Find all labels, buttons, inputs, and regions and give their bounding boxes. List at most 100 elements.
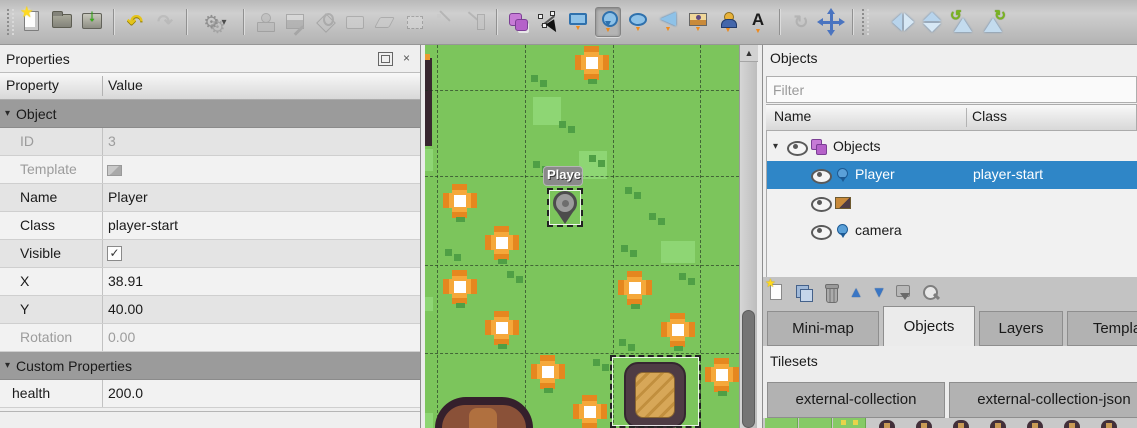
scrollbar-thumb[interactable] bbox=[742, 310, 755, 428]
tab-templates[interactable]: Templates bbox=[1067, 311, 1137, 346]
property-row-y[interactable]: Y 40.00 bbox=[0, 296, 420, 324]
eraser-icon bbox=[375, 12, 395, 32]
player-point-object[interactable] bbox=[552, 191, 578, 224]
property-row-name[interactable]: Name Player bbox=[0, 184, 420, 212]
visibility-eye-icon[interactable] bbox=[811, 225, 829, 237]
insert-tile-icon bbox=[689, 13, 707, 26]
redo-button[interactable]: ↷ bbox=[152, 7, 178, 37]
new-map-button[interactable]: ★ bbox=[19, 7, 45, 37]
grass-tuft-sprite bbox=[531, 75, 547, 88]
marquee-icon bbox=[405, 12, 425, 32]
map-vertical-scrollbar[interactable]: ▲ bbox=[739, 45, 757, 428]
move-to-layer-button[interactable] bbox=[894, 283, 914, 303]
tree-row-tile-object[interactable] bbox=[767, 189, 1137, 217]
tree-row-player-selected[interactable]: Player player-start bbox=[767, 161, 1137, 189]
map-canvas[interactable]: Player bbox=[425, 45, 739, 428]
tab-layers[interactable]: Layers bbox=[979, 311, 1063, 346]
add-object-button[interactable]: ★ bbox=[767, 283, 787, 303]
insert-polygon-tool[interactable]: ▼ bbox=[655, 7, 681, 37]
rect-select-tool[interactable] bbox=[402, 7, 428, 37]
column-class: Class bbox=[972, 108, 1007, 124]
rotate-tool[interactable]: ↻ bbox=[788, 7, 814, 37]
terrain-icon bbox=[285, 12, 305, 32]
property-row-rotation[interactable]: Rotation 0.00 bbox=[0, 324, 420, 352]
open-file-button[interactable] bbox=[49, 7, 75, 37]
tileset-tiles-strip[interactable] bbox=[763, 418, 1137, 428]
group-custom-properties[interactable]: ▾ Custom Properties bbox=[0, 352, 420, 380]
flip-horizontal-button[interactable] bbox=[890, 7, 916, 37]
property-row-id[interactable]: ID 3 bbox=[0, 128, 420, 156]
property-row-template[interactable]: Template bbox=[0, 156, 420, 184]
column-divider[interactable] bbox=[966, 108, 967, 127]
toolbar-separator bbox=[779, 9, 780, 35]
move-tool[interactable] bbox=[818, 7, 844, 37]
insert-text-tool[interactable]: A▼ bbox=[745, 7, 771, 37]
toolbar-separator bbox=[113, 9, 114, 35]
property-row-visible[interactable]: Visible ✓ bbox=[0, 240, 420, 268]
map-edge-tile bbox=[425, 297, 433, 311]
float-panel-button[interactable] bbox=[378, 52, 393, 66]
edit-polygons-tool[interactable] bbox=[535, 7, 561, 37]
group-object[interactable]: ▾ Object bbox=[0, 100, 420, 128]
insert-tile-tool[interactable]: ▼ bbox=[685, 7, 711, 37]
shape-fill-tool[interactable] bbox=[342, 7, 368, 37]
insert-rectangle-icon bbox=[569, 13, 587, 25]
bucket-fill-tool[interactable] bbox=[312, 7, 338, 37]
insert-rectangle-tool[interactable]: ▼ bbox=[565, 7, 591, 37]
view-object-button[interactable] bbox=[921, 283, 941, 303]
right-dock: Objects Name Class ▾ Objects Player play… bbox=[762, 45, 1137, 428]
rotate-left-button[interactable]: ↺ bbox=[950, 7, 976, 37]
column-divider[interactable] bbox=[102, 76, 103, 96]
objects-filter-input[interactable] bbox=[766, 76, 1137, 103]
grass-tuft-sprite bbox=[649, 213, 665, 226]
visible-checkbox[interactable]: ✓ bbox=[107, 246, 122, 261]
rotate-left-icon: ↺ bbox=[951, 11, 975, 33]
toolbar-grip[interactable] bbox=[862, 9, 869, 35]
undo-button[interactable]: ↶ bbox=[122, 7, 148, 37]
chevron-down-icon: ▾ bbox=[222, 17, 227, 28]
raise-object-button[interactable]: ▲ bbox=[848, 283, 864, 303]
table-end-line bbox=[0, 411, 420, 412]
lower-object-button[interactable]: ▼ bbox=[871, 283, 887, 303]
close-panel-button[interactable]: × bbox=[399, 52, 414, 66]
visibility-eye-icon[interactable] bbox=[811, 169, 829, 181]
stamp-brush-tool[interactable] bbox=[252, 7, 278, 37]
flower-sprite bbox=[440, 181, 480, 221]
flip-vertical-button[interactable] bbox=[920, 7, 946, 37]
property-row-class[interactable]: Class player-start bbox=[0, 212, 420, 240]
property-row-health[interactable]: health 200.0 bbox=[0, 380, 420, 408]
flower-sprite bbox=[702, 355, 739, 395]
visibility-eye-icon[interactable] bbox=[787, 141, 805, 153]
handle-icon: ▼ bbox=[635, 28, 642, 32]
magic-wand-tool[interactable] bbox=[432, 7, 458, 37]
tileset-tab-external-collection-json[interactable]: external-collection-json bbox=[949, 382, 1137, 418]
grid-line bbox=[437, 45, 438, 428]
toolbar-separator bbox=[496, 9, 497, 35]
tileset-sprite bbox=[1064, 420, 1080, 428]
commands-button[interactable]: ⚙▾ bbox=[195, 7, 235, 37]
insert-template-tool[interactable]: ▼ bbox=[715, 7, 741, 37]
insert-point-tool-active[interactable]: ▼ bbox=[595, 7, 621, 37]
scroll-up-button[interactable]: ▲ bbox=[740, 45, 758, 62]
toolbar-grip[interactable] bbox=[7, 9, 14, 35]
duplicate-object-button[interactable] bbox=[794, 283, 814, 303]
property-row-x[interactable]: X 38.91 bbox=[0, 268, 420, 296]
remove-object-button[interactable] bbox=[821, 283, 841, 303]
grid-line bbox=[525, 45, 526, 428]
select-same-tile-tool[interactable] bbox=[462, 7, 488, 37]
tree-row-objects-layer[interactable]: ▾ Objects bbox=[767, 133, 1137, 161]
visibility-eye-icon[interactable] bbox=[811, 197, 829, 209]
insert-ellipse-tool[interactable]: ▼ bbox=[625, 7, 651, 37]
terrain-brush-tool[interactable] bbox=[282, 7, 308, 37]
save-button[interactable]: ↓ bbox=[79, 7, 105, 37]
eraser-tool[interactable] bbox=[372, 7, 398, 37]
tileset-tile bbox=[833, 418, 866, 428]
tileset-tab-external-collection[interactable]: external-collection bbox=[767, 382, 945, 418]
rotate-right-button[interactable]: ↻ bbox=[980, 7, 1006, 37]
grid-line bbox=[425, 353, 739, 354]
tree-row-camera[interactable]: camera bbox=[767, 217, 1137, 245]
select-objects-tool[interactable] bbox=[505, 7, 531, 37]
tab-objects[interactable]: Objects bbox=[883, 306, 975, 346]
grass-tuft-sprite bbox=[589, 155, 605, 168]
tab-mini-map[interactable]: Mini-map bbox=[767, 311, 879, 346]
